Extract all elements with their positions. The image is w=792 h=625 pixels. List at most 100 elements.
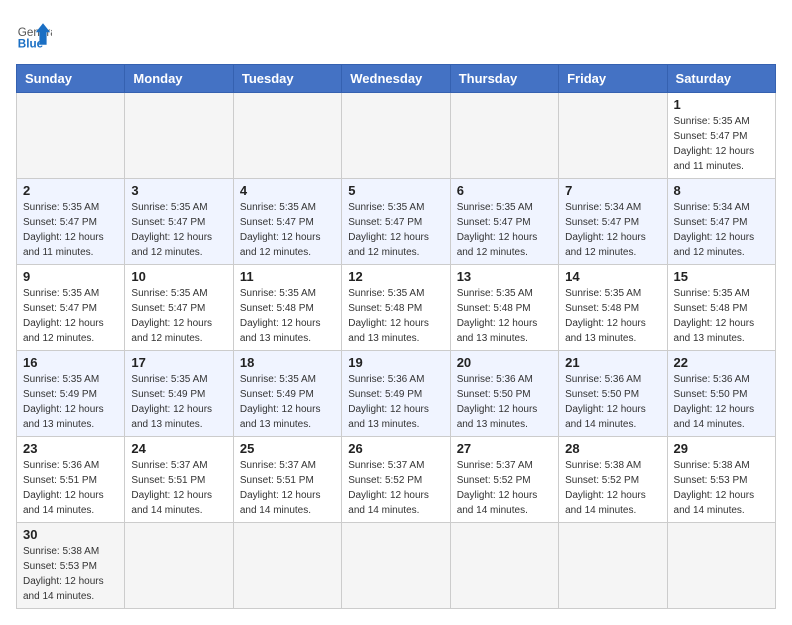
week-row-6: 30 Sunrise: 5:38 AMSunset: 5:53 PMDayligh… — [17, 523, 776, 609]
week-row-5: 23 Sunrise: 5:36 AMSunset: 5:51 PMDayligh… — [17, 437, 776, 523]
day-info: Sunrise: 5:35 AMSunset: 5:47 PMDaylight:… — [457, 200, 552, 260]
calendar: SundayMondayTuesdayWednesdayThursdayFrid… — [16, 64, 776, 609]
day-number: 14 — [565, 269, 660, 284]
page-header: General Blue — [16, 16, 776, 52]
calendar-cell: 5 Sunrise: 5:35 AMSunset: 5:47 PMDaylight… — [342, 179, 450, 265]
weekday-header-friday: Friday — [559, 65, 667, 93]
day-info: Sunrise: 5:35 AMSunset: 5:47 PMDaylight:… — [348, 200, 443, 260]
day-number: 12 — [348, 269, 443, 284]
day-info: Sunrise: 5:35 AMSunset: 5:47 PMDaylight:… — [131, 286, 226, 346]
calendar-cell: 11 Sunrise: 5:35 AMSunset: 5:48 PMDayligh… — [233, 265, 341, 351]
day-info: Sunrise: 5:35 AMSunset: 5:49 PMDaylight:… — [23, 372, 118, 432]
day-info: Sunrise: 5:35 AMSunset: 5:49 PMDaylight:… — [240, 372, 335, 432]
day-number: 10 — [131, 269, 226, 284]
calendar-cell — [342, 523, 450, 609]
calendar-cell: 27Sunrise: 5:37 AMSunset: 5:52 PMDayligh… — [450, 437, 558, 523]
calendar-cell — [125, 523, 233, 609]
day-info: Sunrise: 5:35 AMSunset: 5:47 PMDaylight:… — [23, 200, 118, 260]
calendar-cell — [559, 93, 667, 179]
day-info: Sunrise: 5:35 AMSunset: 5:48 PMDaylight:… — [240, 286, 335, 346]
day-info: Sunrise: 5:35 AMSunset: 5:47 PMDaylight:… — [240, 200, 335, 260]
calendar-cell: 24 Sunrise: 5:37 AMSunset: 5:51 PMDayligh… — [125, 437, 233, 523]
calendar-cell: 17 Sunrise: 5:35 AMSunset: 5:49 PMDayligh… — [125, 351, 233, 437]
day-info: Sunrise: 5:35 AMSunset: 5:47 PMDaylight:… — [674, 114, 769, 174]
day-number: 24 — [131, 441, 226, 456]
day-info: Sunrise: 5:36 AMSunset: 5:51 PMDaylight:… — [23, 458, 118, 518]
calendar-cell: 10 Sunrise: 5:35 AMSunset: 5:47 PMDayligh… — [125, 265, 233, 351]
day-number: 9 — [23, 269, 118, 284]
day-number: 8 — [674, 183, 769, 198]
weekday-header-thursday: Thursday — [450, 65, 558, 93]
calendar-cell: 8 Sunrise: 5:34 AMSunset: 5:47 PMDaylight… — [667, 179, 775, 265]
day-number: 23 — [23, 441, 118, 456]
day-number: 17 — [131, 355, 226, 370]
calendar-cell: 4Sunrise: 5:35 AMSunset: 5:47 PMDaylight… — [233, 179, 341, 265]
calendar-cell — [559, 523, 667, 609]
weekday-header-monday: Monday — [125, 65, 233, 93]
day-number: 5 — [348, 183, 443, 198]
calendar-cell: 28Sunrise: 5:38 AMSunset: 5:52 PMDayligh… — [559, 437, 667, 523]
calendar-cell: 13 Sunrise: 5:35 AMSunset: 5:48 PMDayligh… — [450, 265, 558, 351]
weekday-header-sunday: Sunday — [17, 65, 125, 93]
calendar-cell — [17, 93, 125, 179]
day-number: 29 — [674, 441, 769, 456]
day-info: Sunrise: 5:37 AMSunset: 5:51 PMDaylight:… — [131, 458, 226, 518]
day-number: 7 — [565, 183, 660, 198]
day-info: Sunrise: 5:35 AMSunset: 5:47 PMDaylight:… — [131, 200, 226, 260]
day-number: 16 — [23, 355, 118, 370]
calendar-cell: 21Sunrise: 5:36 AMSunset: 5:50 PMDayligh… — [559, 351, 667, 437]
calendar-cell: 16 Sunrise: 5:35 AMSunset: 5:49 PMDayligh… — [17, 351, 125, 437]
calendar-cell: 29 Sunrise: 5:38 AMSunset: 5:53 PMDayligh… — [667, 437, 775, 523]
weekday-header-row: SundayMondayTuesdayWednesdayThursdayFrid… — [17, 65, 776, 93]
logo: General Blue — [16, 16, 52, 52]
day-number: 15 — [674, 269, 769, 284]
day-info: Sunrise: 5:38 AMSunset: 5:53 PMDaylight:… — [674, 458, 769, 518]
day-info: Sunrise: 5:36 AMSunset: 5:50 PMDaylight:… — [457, 372, 552, 432]
calendar-cell: 22Sunrise: 5:36 AMSunset: 5:50 PMDayligh… — [667, 351, 775, 437]
day-number: 1 — [674, 97, 769, 112]
day-number: 13 — [457, 269, 552, 284]
day-number: 30 — [23, 527, 118, 542]
day-info: Sunrise: 5:35 AMSunset: 5:48 PMDaylight:… — [457, 286, 552, 346]
day-info: Sunrise: 5:38 AMSunset: 5:52 PMDaylight:… — [565, 458, 660, 518]
day-number: 20 — [457, 355, 552, 370]
calendar-cell: 14 Sunrise: 5:35 AMSunset: 5:48 PMDayligh… — [559, 265, 667, 351]
week-row-4: 16 Sunrise: 5:35 AMSunset: 5:49 PMDayligh… — [17, 351, 776, 437]
day-info: Sunrise: 5:35 AMSunset: 5:47 PMDaylight:… — [23, 286, 118, 346]
calendar-cell — [233, 93, 341, 179]
day-info: Sunrise: 5:35 AMSunset: 5:48 PMDaylight:… — [348, 286, 443, 346]
day-number: 18 — [240, 355, 335, 370]
day-info: Sunrise: 5:36 AMSunset: 5:50 PMDaylight:… — [565, 372, 660, 432]
calendar-cell — [667, 523, 775, 609]
day-info: Sunrise: 5:35 AMSunset: 5:49 PMDaylight:… — [131, 372, 226, 432]
calendar-cell: 7 Sunrise: 5:34 AMSunset: 5:47 PMDaylight… — [559, 179, 667, 265]
day-info: Sunrise: 5:38 AMSunset: 5:53 PMDaylight:… — [23, 544, 118, 604]
day-info: Sunrise: 5:34 AMSunset: 5:47 PMDaylight:… — [565, 200, 660, 260]
calendar-cell: 1 Sunrise: 5:35 AMSunset: 5:47 PMDaylight… — [667, 93, 775, 179]
day-info: Sunrise: 5:37 AMSunset: 5:51 PMDaylight:… — [240, 458, 335, 518]
day-info: Sunrise: 5:35 AMSunset: 5:48 PMDaylight:… — [674, 286, 769, 346]
day-number: 25 — [240, 441, 335, 456]
week-row-3: 9 Sunrise: 5:35 AMSunset: 5:47 PMDaylight… — [17, 265, 776, 351]
calendar-cell — [450, 523, 558, 609]
calendar-cell: 25 Sunrise: 5:37 AMSunset: 5:51 PMDayligh… — [233, 437, 341, 523]
calendar-cell: 9 Sunrise: 5:35 AMSunset: 5:47 PMDaylight… — [17, 265, 125, 351]
calendar-cell: 3Sunrise: 5:35 AMSunset: 5:47 PMDaylight… — [125, 179, 233, 265]
weekday-header-tuesday: Tuesday — [233, 65, 341, 93]
calendar-cell — [450, 93, 558, 179]
weekday-header-wednesday: Wednesday — [342, 65, 450, 93]
day-info: Sunrise: 5:34 AMSunset: 5:47 PMDaylight:… — [674, 200, 769, 260]
calendar-cell: 2 Sunrise: 5:35 AMSunset: 5:47 PMDaylight… — [17, 179, 125, 265]
calendar-cell: 15 Sunrise: 5:35 AMSunset: 5:48 PMDayligh… — [667, 265, 775, 351]
day-info: Sunrise: 5:35 AMSunset: 5:48 PMDaylight:… — [565, 286, 660, 346]
calendar-cell: 20 Sunrise: 5:36 AMSunset: 5:50 PMDayligh… — [450, 351, 558, 437]
day-number: 2 — [23, 183, 118, 198]
calendar-cell: 23 Sunrise: 5:36 AMSunset: 5:51 PMDayligh… — [17, 437, 125, 523]
day-number: 11 — [240, 269, 335, 284]
day-number: 19 — [348, 355, 443, 370]
day-number: 26 — [348, 441, 443, 456]
day-number: 22 — [674, 355, 769, 370]
calendar-cell: 12 Sunrise: 5:35 AMSunset: 5:48 PMDayligh… — [342, 265, 450, 351]
calendar-cell: 18 Sunrise: 5:35 AMSunset: 5:49 PMDayligh… — [233, 351, 341, 437]
calendar-cell — [342, 93, 450, 179]
